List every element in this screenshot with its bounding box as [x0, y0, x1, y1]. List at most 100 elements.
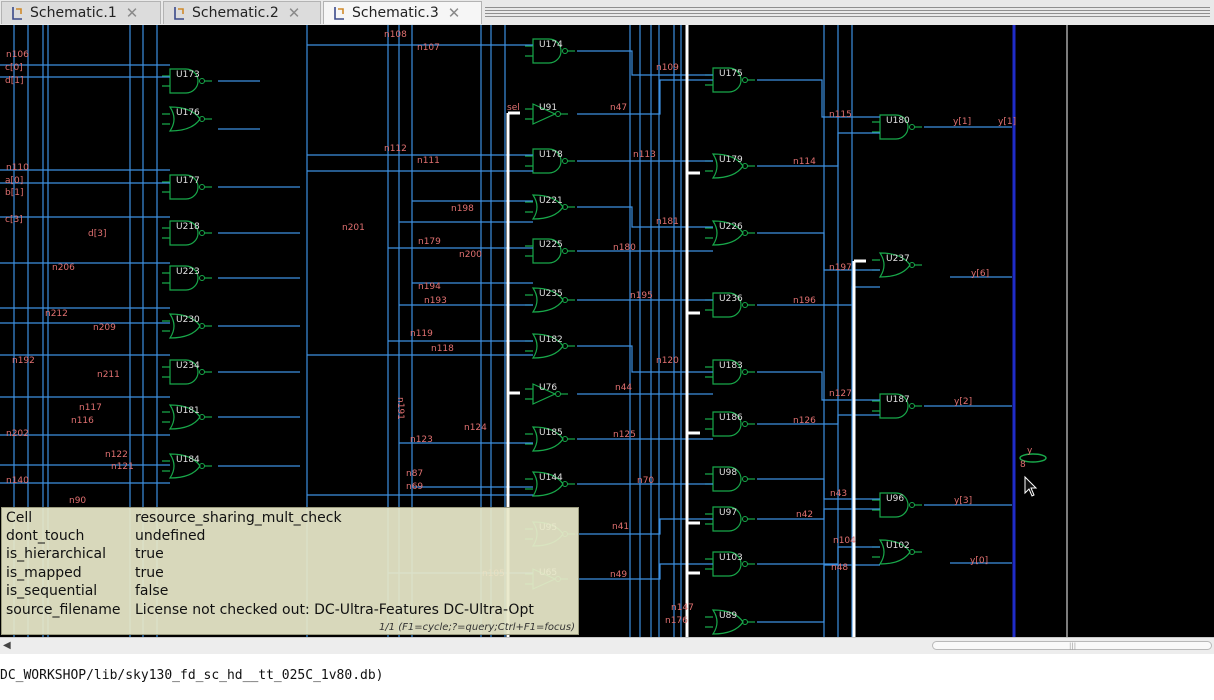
cell-label: U182: [539, 335, 563, 345]
port-label: 8: [1020, 460, 1026, 470]
port-label: y: [1027, 446, 1033, 456]
net-wire[interactable]: [577, 345, 713, 373]
cell-u178[interactable]: U178: [525, 148, 575, 174]
cell-u236[interactable]: U236: [705, 292, 755, 318]
cell-u144[interactable]: U144: [525, 471, 575, 497]
net-wire[interactable]: [757, 414, 880, 425]
cell-u176[interactable]: U176: [162, 106, 212, 132]
cell-label: U237: [886, 254, 910, 264]
net-wire[interactable]: [757, 286, 880, 306]
tab-bar-grip[interactable]: [485, 7, 1210, 17]
close-icon[interactable]: ✕: [288, 4, 301, 22]
cell-u184[interactable]: U184: [162, 453, 212, 479]
scroll-left-arrow-icon[interactable]: ◀: [3, 640, 11, 651]
tab-schematic-1[interactable]: Schematic.1 ✕: [1, 1, 161, 24]
cell-u173[interactable]: U173: [162, 68, 212, 94]
cell-u89[interactable]: U89: [705, 609, 755, 635]
net-wire[interactable]: [577, 518, 713, 535]
cell-label: U175: [719, 69, 743, 79]
net-wire[interactable]: [757, 371, 880, 401]
tooltip-key: Cell: [6, 510, 33, 526]
net-wire[interactable]: [757, 508, 880, 520]
tab-schematic-2[interactable]: Schematic.2 ✕: [163, 1, 321, 24]
net-wire[interactable]: [757, 564, 880, 623]
scroll-thumb[interactable]: |||: [932, 641, 1212, 650]
net-label-n116: n116: [71, 416, 94, 426]
cell-u221[interactable]: U221: [525, 194, 575, 220]
net-label-n110: n110: [6, 163, 29, 173]
net-label-n107: n107: [417, 43, 440, 53]
grip-icon: |||: [1069, 642, 1077, 650]
port-label: d[3]: [88, 229, 106, 239]
net-label-n193: n193: [424, 296, 447, 306]
cell-u174[interactable]: U174: [525, 38, 575, 64]
schematic-icon: [334, 7, 344, 20]
net-label-n115: n115: [829, 110, 852, 120]
net-label-n206: n206: [52, 263, 75, 273]
cell-u177[interactable]: U177: [162, 174, 212, 200]
cell-u98[interactable]: U98: [705, 466, 755, 492]
net-wire[interactable]: [757, 132, 880, 167]
net-label-n43: n43: [830, 489, 847, 499]
cell-u180[interactable]: U180: [872, 114, 922, 140]
horizontal-scrollbar[interactable]: ◀ |||: [0, 637, 1214, 654]
cell-u181[interactable]: U181: [162, 404, 212, 430]
cell-u218[interactable]: U218: [162, 220, 212, 246]
cell-label: U236: [719, 294, 743, 304]
net-wire[interactable]: [757, 478, 880, 500]
net-label-n212: n212: [45, 309, 68, 319]
cell-u237[interactable]: U237: [872, 252, 922, 278]
cell-u179[interactable]: U179: [705, 153, 755, 179]
net-wire[interactable]: [577, 50, 713, 76]
cell-u96[interactable]: U96: [872, 492, 922, 518]
net-wire[interactable]: [577, 206, 713, 228]
cell-u76[interactable]: U76: [525, 383, 568, 405]
net-label-n114: n114: [793, 157, 816, 167]
cell-u102[interactable]: U102: [872, 539, 922, 565]
cell-u234[interactable]: U234: [162, 359, 212, 385]
net-label-n117: n117: [79, 403, 102, 413]
tooltip-key: is_mapped: [6, 565, 82, 581]
cell-label: U223: [176, 267, 200, 277]
net-label-n179: n179: [418, 237, 441, 247]
cell-u225[interactable]: U225: [525, 238, 575, 264]
cell-u186[interactable]: U186: [705, 411, 755, 437]
tooltip-value: resource_sharing_mult_check: [135, 510, 342, 526]
net-wire[interactable]: [757, 546, 880, 565]
cell-u91[interactable]: U91: [525, 103, 568, 125]
net-label-n209: n209: [93, 323, 116, 333]
port-label: c[3]: [5, 215, 23, 225]
cell-label: U177: [176, 176, 200, 186]
tab-schematic-3[interactable]: Schematic.3 ✕: [323, 1, 482, 24]
net-wire[interactable]: [757, 79, 880, 118]
cell-label: U225: [539, 240, 563, 250]
cell-label: U221: [539, 196, 563, 206]
cell-label: U96: [886, 494, 904, 504]
close-icon[interactable]: ✕: [448, 4, 461, 22]
net-wire[interactable]: [577, 79, 713, 115]
close-icon[interactable]: ✕: [126, 4, 139, 22]
cell-label: U226: [719, 222, 743, 232]
net-wire[interactable]: [757, 232, 880, 271]
cell-u223[interactable]: U223: [162, 265, 212, 291]
net-label-n122: n122: [105, 450, 128, 460]
cell-label: U174: [539, 40, 563, 50]
cell-label: U103: [719, 553, 743, 563]
cell-label: U235: [539, 289, 563, 299]
bus-right[interactable]: [852, 259, 866, 637]
net-label-n176: n176: [665, 616, 688, 626]
cell-u235[interactable]: U235: [525, 287, 575, 313]
bus-mid[interactable]: [685, 25, 700, 637]
cell-label: U89: [719, 611, 737, 621]
console-line: DC_WORKSHOP/lib/sky130_fd_sc_hd__tt_025C…: [0, 668, 384, 683]
schematic-icon: [12, 7, 22, 20]
net-label-n109: n109: [656, 63, 679, 73]
net-label-n140: n140: [6, 476, 29, 486]
cell-u226[interactable]: U226: [705, 220, 755, 246]
cell-label: U98: [719, 468, 737, 478]
net-label-n195: n195: [630, 291, 653, 301]
cell-u230[interactable]: U230: [162, 313, 212, 339]
cell-u185[interactable]: U185: [525, 426, 575, 452]
net-label-n200: n200: [459, 250, 482, 260]
cell-label: U173: [176, 70, 200, 80]
